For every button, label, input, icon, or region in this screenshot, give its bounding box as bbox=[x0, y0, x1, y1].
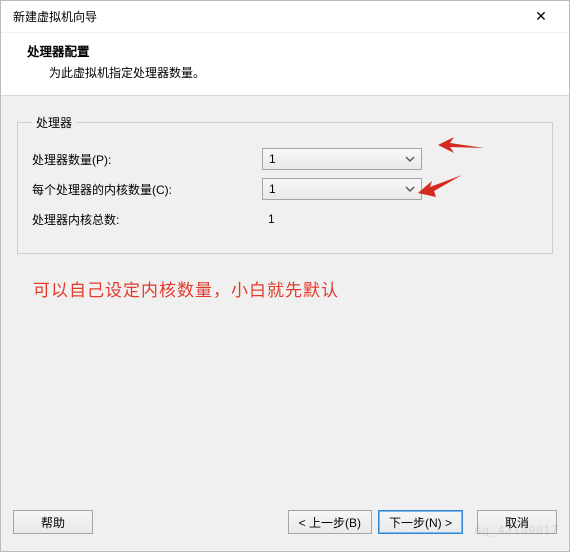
page-heading: 处理器配置 bbox=[27, 41, 547, 60]
value-total-cores: 1 bbox=[262, 212, 275, 226]
back-button[interactable]: < 上一步(B) bbox=[288, 510, 372, 534]
wizard-header: 处理器配置 为此虚拟机指定处理器数量。 bbox=[1, 33, 569, 96]
cancel-button[interactable]: 取消 bbox=[477, 510, 557, 534]
label-total-cores: 处理器内核总数: bbox=[32, 211, 262, 228]
select-cores-per-processor-value: 1 bbox=[269, 182, 276, 196]
wizard-footer: 帮助 < 上一步(B) 下一步(N) > 取消 bbox=[1, 503, 569, 551]
label-processor-count: 处理器数量(P): bbox=[32, 151, 262, 168]
chevron-down-icon bbox=[405, 183, 415, 195]
wizard-content: 处理器 处理器数量(P): 1 每个处理器的内核数量(C): 1 处理器内核总数… bbox=[1, 96, 569, 301]
close-button[interactable]: ✕ bbox=[521, 3, 561, 31]
select-processor-count-value: 1 bbox=[269, 152, 276, 166]
label-cores-per-processor: 每个处理器的内核数量(C): bbox=[32, 181, 262, 198]
next-button[interactable]: 下一步(N) > bbox=[378, 510, 463, 534]
help-button[interactable]: 帮助 bbox=[13, 510, 93, 534]
chevron-down-icon bbox=[405, 153, 415, 165]
row-total-cores: 处理器内核总数: 1 bbox=[32, 207, 538, 231]
row-processor-count: 处理器数量(P): 1 bbox=[32, 147, 538, 171]
processor-group-legend: 处理器 bbox=[32, 114, 76, 131]
annotation-text: 可以自己设定内核数量，小白就先默认 bbox=[15, 276, 555, 301]
window-title: 新建虚拟机向导 bbox=[13, 8, 521, 25]
row-cores-per-processor: 每个处理器的内核数量(C): 1 bbox=[32, 177, 538, 201]
titlebar: 新建虚拟机向导 ✕ bbox=[1, 1, 569, 33]
select-cores-per-processor[interactable]: 1 bbox=[262, 178, 422, 200]
close-icon: ✕ bbox=[535, 8, 547, 25]
page-subheading: 为此虚拟机指定处理器数量。 bbox=[27, 64, 547, 81]
processor-group: 处理器 处理器数量(P): 1 每个处理器的内核数量(C): 1 处理器内核总数… bbox=[17, 114, 553, 254]
select-processor-count[interactable]: 1 bbox=[262, 148, 422, 170]
